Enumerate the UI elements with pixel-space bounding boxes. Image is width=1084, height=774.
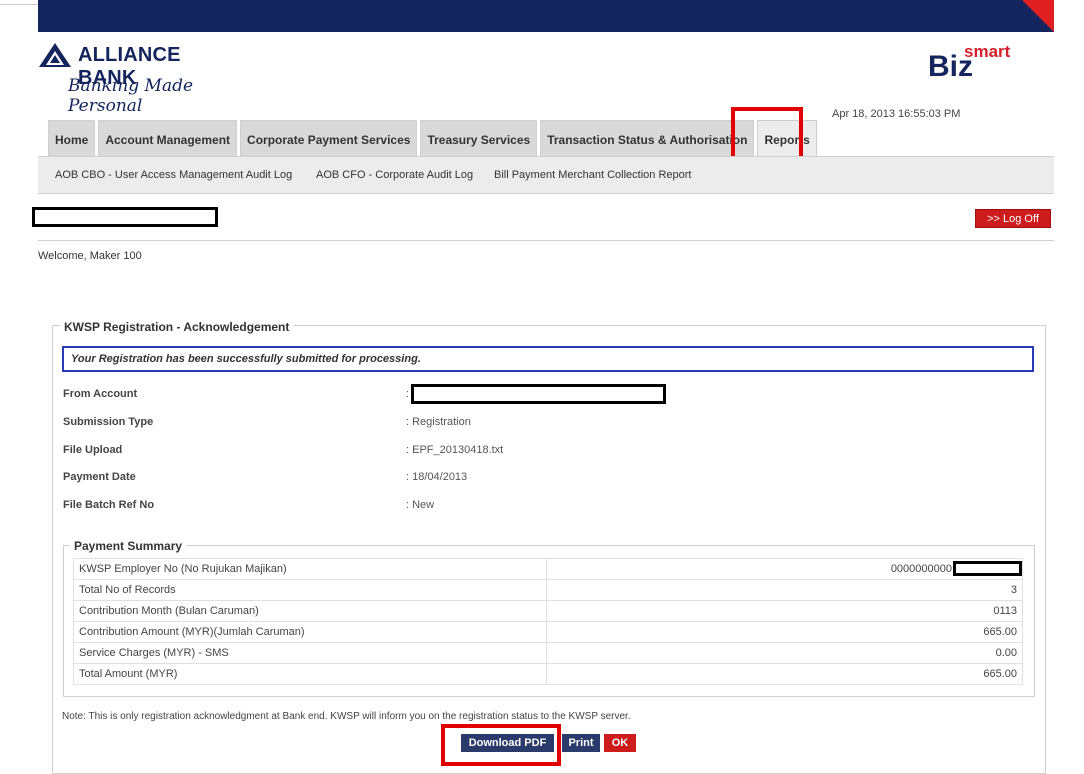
field-label-submission-type: Submission Type <box>63 416 154 428</box>
tab-account-management[interactable]: Account Management <box>98 120 238 156</box>
summary-value: 0113 <box>546 600 1023 622</box>
field-value-file-upload: : EPF_20130418.txt <box>406 444 504 456</box>
summary-label: Service Charges (MYR) - SMS <box>73 642 547 664</box>
field-label-batch-ref: File Batch Ref No <box>63 499 155 511</box>
summary-value-text: 0000000000 <box>890 563 952 575</box>
banner-red-corner <box>1022 0 1054 32</box>
summary-value: 0000000000 <box>546 558 1023 580</box>
subnav-user-access-audit-log[interactable]: AOB CBO - User Access Management Audit L… <box>55 169 292 181</box>
tab-treasury-services[interactable]: Treasury Services <box>420 120 538 156</box>
redacted-account-number <box>411 384 666 404</box>
top-banner <box>38 0 1054 32</box>
summary-label: Total Amount (MYR) <box>73 663 547 685</box>
table-row: Total No of Records 3 <box>73 579 1023 601</box>
summary-label: Contribution Amount (MYR)(Jumlah Caruman… <box>73 621 547 643</box>
field-value-batch-ref: : New <box>406 499 435 511</box>
ok-button[interactable]: OK <box>604 734 636 752</box>
payment-summary-table: KWSP Employer No (No Rujukan Majikan) 00… <box>73 558 1023 685</box>
redacted-employer-number <box>953 561 1022 576</box>
header-divider <box>38 240 1054 241</box>
summary-label: Contribution Month (Bulan Caruman) <box>73 600 547 622</box>
sub-nav: AOB CBO - User Access Management Audit L… <box>38 156 1054 194</box>
field-value-submission-type: : Registration <box>406 416 471 428</box>
alliance-logo-icon <box>39 43 71 67</box>
field-label-from-account: From Account <box>63 388 138 400</box>
subnav-corporate-audit-log[interactable]: AOB CFO - Corporate Audit Log <box>316 169 473 181</box>
alliance-bank-logo: ALLIANCE BANK Banking Made Personal <box>38 40 238 116</box>
print-button[interactable]: Print <box>562 734 600 752</box>
tab-corporate-payment-services[interactable]: Corporate Payment Services <box>240 120 418 156</box>
table-row: Total Amount (MYR) 665.00 <box>73 663 1023 685</box>
main-nav: Home Account Management Corporate Paymen… <box>48 120 817 156</box>
table-row: Contribution Amount (MYR)(Jumlah Caruman… <box>73 621 1023 643</box>
field-value-from-account: : <box>406 388 410 400</box>
download-pdf-highlight-box <box>441 724 561 766</box>
session-datetime: Apr 18, 2013 16:55:03 PM <box>832 108 961 120</box>
summary-value: 3 <box>546 579 1023 601</box>
summary-value: 665.00 <box>546 663 1023 685</box>
acknowledgement-title: KWSP Registration - Acknowledgement <box>60 320 294 334</box>
summary-label: Total No of Records <box>73 579 547 601</box>
tab-home[interactable]: Home <box>48 120 96 156</box>
summary-label: KWSP Employer No (No Rujukan Majikan) <box>73 558 547 580</box>
table-row: Contribution Month (Bulan Caruman) 0113 <box>73 600 1023 622</box>
summary-value: 0.00 <box>546 642 1023 664</box>
log-off-button[interactable]: >> Log Off <box>975 209 1051 228</box>
field-label-payment-date: Payment Date <box>63 471 136 483</box>
redacted-company-name <box>32 207 218 227</box>
payment-summary-title: Payment Summary <box>70 539 187 553</box>
subnav-bill-payment-report[interactable]: Bill Payment Merchant Collection Report <box>494 169 691 181</box>
field-value-payment-date: : 18/04/2013 <box>406 471 468 483</box>
bank-tagline: Banking Made Personal <box>68 76 194 116</box>
welcome-text: Welcome, Maker 100 <box>38 250 142 262</box>
tab-transaction-status[interactable]: Transaction Status & Authorisation <box>540 120 755 156</box>
bizsmart-sup: smart <box>964 42 1011 61</box>
bizsmart-logo: Biz smart <box>928 42 1038 83</box>
table-row: KWSP Employer No (No Rujukan Majikan) 00… <box>73 558 1023 580</box>
field-label-file-upload: File Upload <box>63 444 123 456</box>
registration-note: Note: This is only registration acknowle… <box>62 711 631 722</box>
summary-value: 665.00 <box>546 621 1023 643</box>
reports-highlight-box <box>731 107 803 163</box>
table-row: Service Charges (MYR) - SMS 0.00 <box>73 642 1023 664</box>
success-message: Your Registration has been successfully … <box>62 346 1034 372</box>
top-divider <box>0 4 38 5</box>
